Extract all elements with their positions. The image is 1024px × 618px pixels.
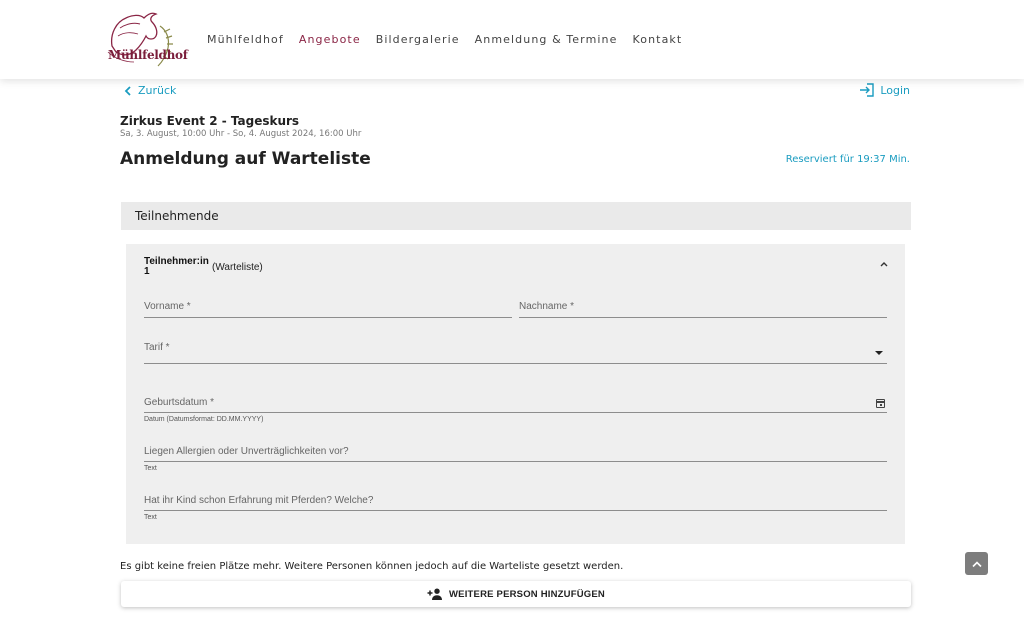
logo-wordmark: Mühlfeldhof [108, 48, 188, 62]
waitlist-status: (Warteliste) [212, 262, 263, 273]
page-title: Anmeldung auf Warteliste [120, 149, 371, 169]
event-date: Sa, 3. August, 10:00 Uhr - So, 4. August… [120, 129, 362, 139]
participant-number: 1 [144, 266, 150, 277]
vorname-field[interactable]: Vorname * [144, 301, 512, 318]
chevron-up-icon [971, 560, 982, 567]
erfahrung-field[interactable]: Hat ihr Kind schon Erfahrung mit Pferden… [144, 495, 887, 511]
login-link[interactable]: Login [859, 83, 910, 97]
add-person-button[interactable]: WEITERE PERSON HINZUFÜGEN [121, 581, 911, 607]
nav-item-angebote[interactable]: Angebote [299, 33, 361, 46]
calendar-icon[interactable] [876, 399, 885, 408]
geburtsdatum-label: Geburtsdatum * [144, 397, 215, 408]
nav-item-kontakt[interactable]: Kontakt [633, 33, 683, 46]
login-arrow-icon [860, 83, 875, 97]
chevron-left-icon [124, 85, 131, 96]
event-title: Zirkus Event 2 - Tageskurs [120, 114, 300, 128]
back-link[interactable]: Zurück [124, 84, 176, 97]
add-person-label: WEITERE PERSON HINZUFÜGEN [449, 588, 605, 600]
nav-item-anmeldung-termine[interactable]: Anmeldung & Termine [475, 33, 618, 46]
geburtsdatum-hint: Datum (Datumsformat: DD.MM.YYYY) [144, 416, 264, 423]
vorname-label: Vorname * [144, 301, 191, 312]
participant-panel: Teilnehmer:in 1 (Warteliste) Vorname * N… [126, 244, 905, 544]
waitlist-notice: Es gibt keine freien Plätze mehr. Weiter… [120, 561, 624, 572]
erfahrung-label: Hat ihr Kind schon Erfahrung mit Pferden… [144, 495, 374, 506]
nav-item-bildergalerie[interactable]: Bildergalerie [376, 33, 460, 46]
allergien-label: Liegen Allergien oder Unverträglichkeite… [144, 446, 349, 457]
login-label: Login [880, 83, 910, 97]
erfahrung-hint: Text [144, 514, 157, 521]
allergien-field[interactable]: Liegen Allergien oder Unverträglichkeite… [144, 446, 887, 462]
participant-heading: Teilnehmer:in 1 [144, 257, 209, 277]
nachname-field[interactable]: Nachname * [519, 301, 887, 318]
caret-down-icon [875, 351, 883, 355]
nachname-label: Nachname * [519, 301, 575, 312]
geburtsdatum-field[interactable]: Geburtsdatum * [144, 397, 887, 413]
nav-item-muehlfeldhof[interactable]: Mühlfeldhof [207, 33, 284, 46]
person-add-icon [427, 588, 443, 600]
participant-heading-label: Teilnehmer:in [144, 256, 209, 267]
tarif-label: Tarif * [144, 342, 170, 353]
scroll-to-top-button[interactable] [965, 552, 988, 575]
site-logo[interactable]: Mühlfeldhof [100, 6, 188, 70]
back-label: Zurück [138, 84, 177, 97]
allergien-hint: Text [144, 465, 157, 472]
site-header: Mühlfeldhof Mühlfeldhof Angebote Bilderg… [0, 0, 1024, 79]
reservation-timer: Reserviert für 19:37 Min. [785, 154, 910, 165]
section-title: Teilnehmende [135, 209, 219, 223]
main-nav: Mühlfeldhof Angebote Bildergalerie Anmel… [207, 33, 697, 46]
tarif-select[interactable]: Tarif * [144, 342, 887, 364]
section-header-participants: Teilnehmende [121, 202, 911, 230]
chevron-up-icon[interactable] [879, 260, 889, 268]
